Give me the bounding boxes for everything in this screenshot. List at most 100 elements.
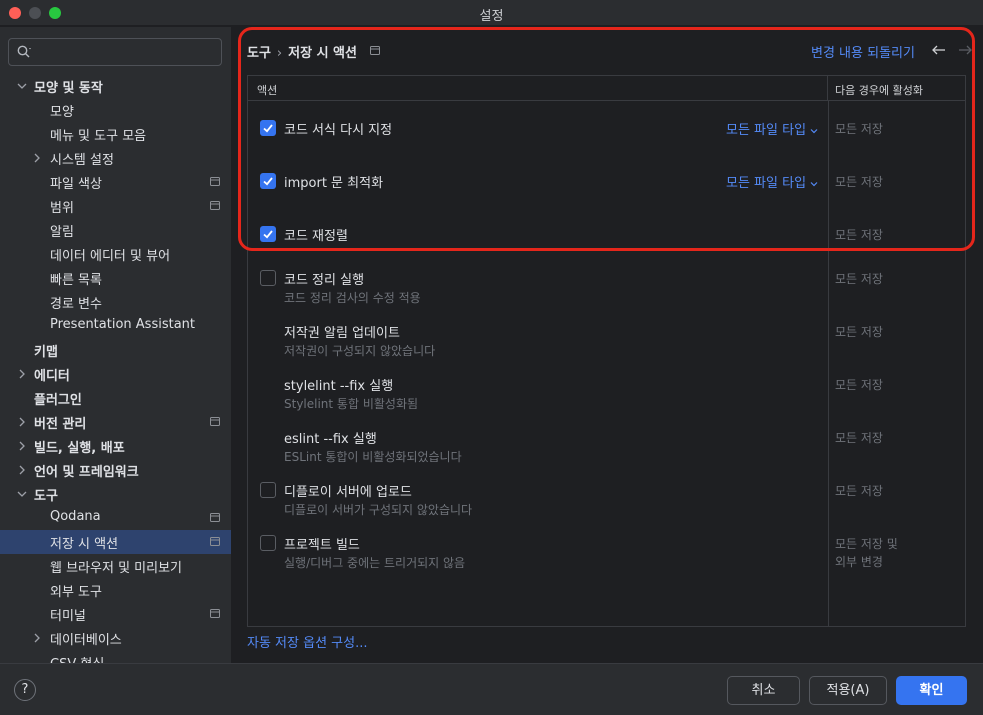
project-settings-icon	[210, 609, 220, 618]
ok-button[interactable]: 확인	[896, 676, 967, 705]
sidebar-item[interactable]: 도구	[0, 482, 231, 506]
project-settings-icon	[210, 513, 220, 522]
sidebar-item-label: 알림	[50, 225, 74, 240]
project-settings-icon	[210, 417, 220, 426]
window-title: 설정	[479, 9, 504, 24]
sidebar-item-label: 플러그인	[34, 393, 82, 408]
sidebar-item[interactable]: 데이터베이스	[0, 626, 231, 650]
sidebar-item-label: 데이터베이스	[50, 633, 122, 648]
sidebar-item-label: 모양 및 동작	[34, 81, 103, 96]
sidebar-item-label: 빠른 목록	[50, 273, 102, 288]
chevron-right-icon[interactable]	[15, 415, 29, 429]
chevron-down-icon[interactable]	[15, 487, 29, 501]
search-icon	[17, 45, 31, 58]
action-row[interactable]: eslint --fix 실행 ESLint 통합이 비활성화되었습니다 모든 저장	[248, 420, 965, 473]
settings-search[interactable]	[8, 38, 222, 66]
configure-autosave-link[interactable]: 자동 저장 옵션 구성...	[247, 632, 367, 651]
sidebar-item[interactable]: 빌드, 실행, 배포	[0, 434, 231, 458]
activation-condition: 모든 저장	[835, 484, 883, 498]
chevron-right-icon[interactable]	[30, 631, 44, 645]
sidebar-item[interactable]: 빠른 목록	[0, 266, 231, 290]
sidebar-item[interactable]: 경로 변수	[0, 290, 231, 314]
sidebar-item[interactable]: 에디터	[0, 362, 231, 386]
action-title: 저작권 알림 업데이트	[284, 326, 400, 341]
chevron-right-icon[interactable]	[15, 367, 29, 381]
sidebar-item-label: 버전 관리	[34, 417, 87, 432]
sidebar-item-label: 에디터	[34, 369, 70, 384]
action-checkbox[interactable]	[260, 535, 276, 551]
action-row[interactable]: stylelint --fix 실행 Stylelint 통합 비활성화됨 모든 저…	[248, 367, 965, 420]
sidebar-item-label: Presentation Assistant	[50, 317, 195, 332]
sidebar-item-label: 터미널	[50, 609, 86, 624]
sidebar-item-label: 웹 브라우저 및 미리보기	[50, 561, 182, 576]
chevron-down-icon[interactable]	[15, 79, 29, 93]
action-row[interactable]: 코드 정리 실행코드 정리 검사의 수정 적용 모든 저장	[248, 261, 965, 314]
sidebar-item[interactable]: Qodana	[0, 506, 231, 530]
sidebar-item-label: 모양	[50, 105, 74, 120]
action-description: 디플로이 서버가 구성되지 않았습니다	[284, 503, 473, 517]
sidebar-item-label: 경로 변수	[50, 297, 102, 312]
sidebar-item[interactable]: 키맵	[0, 338, 231, 362]
sidebar-item[interactable]: 시스템 설정	[0, 146, 231, 170]
sidebar-item[interactable]: Presentation Assistant	[0, 314, 231, 338]
activation-condition: 모든 저장 및 외부 변경	[835, 537, 898, 569]
activation-condition: 모든 저장	[835, 378, 883, 392]
action-title: 코드 정리 실행	[284, 273, 365, 288]
action-description: 실행/디버그 중에는 트리거되지 않음	[284, 556, 466, 570]
action-description: 저작권이 구성되지 않았습니다	[284, 344, 436, 358]
sidebar-item[interactable]: 범위	[0, 194, 231, 218]
help-button[interactable]: ?	[14, 679, 36, 701]
sidebar-item[interactable]: 모양 및 동작	[0, 74, 231, 98]
sidebar-item-label: 도구	[34, 489, 58, 504]
action-checkbox[interactable]	[260, 482, 276, 498]
activation-condition: 모든 저장	[835, 272, 883, 286]
action-title: 프로젝트 빌드	[284, 538, 360, 553]
highlight-annotation	[238, 27, 975, 251]
apply-button[interactable]: 적용(A)	[809, 676, 887, 705]
sidebar-item[interactable]: 언어 및 프레임워크	[0, 458, 231, 482]
project-settings-icon	[210, 177, 220, 186]
dialog-footer: ? 취소 적용(A) 확인	[0, 663, 983, 715]
sidebar-item[interactable]: CSV 형식	[0, 650, 231, 663]
sidebar-item[interactable]: 메뉴 및 도구 모음	[0, 122, 231, 146]
action-title: eslint --fix 실행	[284, 432, 377, 447]
action-row[interactable]: 디플로이 서버에 업로드디플로이 서버가 구성되지 않았습니다 모든 저장	[248, 473, 965, 526]
sidebar-item-label: 저장 시 액션	[50, 537, 119, 552]
sidebar-item-label: 데이터 에디터 및 뷰어	[50, 249, 171, 264]
sidebar-item[interactable]: 버전 관리	[0, 410, 231, 434]
sidebar-item[interactable]: 데이터 에디터 및 뷰어	[0, 242, 231, 266]
sidebar-item-label: 시스템 설정	[50, 153, 114, 168]
cancel-button[interactable]: 취소	[727, 676, 800, 705]
chevron-right-icon[interactable]	[15, 463, 29, 477]
sidebar-item[interactable]: 플러그인	[0, 386, 231, 410]
title-bar: 설정	[0, 0, 983, 26]
sidebar-item[interactable]: 터미널	[0, 602, 231, 626]
sidebar-item[interactable]: 저장 시 액션	[0, 530, 231, 554]
sidebar-item-label: 키맵	[34, 345, 58, 360]
action-description: 코드 정리 검사의 수정 적용	[284, 291, 421, 305]
sidebar-item-label: 외부 도구	[50, 585, 102, 600]
sidebar-item[interactable]: 외부 도구	[0, 578, 231, 602]
sidebar-item[interactable]: 파일 색상	[0, 170, 231, 194]
chevron-right-icon[interactable]	[15, 439, 29, 453]
project-settings-icon	[210, 537, 220, 546]
action-title: stylelint --fix 실행	[284, 379, 394, 394]
search-input[interactable]	[43, 42, 213, 62]
action-title: 디플로이 서버에 업로드	[284, 485, 412, 500]
settings-sidebar: 모양 및 동작모양메뉴 및 도구 모음시스템 설정파일 색상범위알림데이터 에디…	[0, 27, 231, 663]
action-row[interactable]: 저작권 알림 업데이트저작권이 구성되지 않았습니다 모든 저장	[248, 314, 965, 367]
activation-condition: 모든 저장	[835, 431, 883, 445]
sidebar-item-label: 파일 색상	[50, 177, 102, 192]
sidebar-item-label: 언어 및 프레임워크	[34, 465, 139, 480]
sidebar-item[interactable]: 모양	[0, 98, 231, 122]
action-description: Stylelint 통합 비활성화됨	[284, 397, 419, 411]
activation-condition: 모든 저장	[835, 325, 883, 339]
sidebar-item[interactable]: 알림	[0, 218, 231, 242]
action-checkbox[interactable]	[260, 270, 276, 286]
chevron-right-icon[interactable]	[30, 151, 44, 165]
sidebar-item[interactable]: 웹 브라우저 및 미리보기	[0, 554, 231, 578]
action-description: ESLint 통합이 비활성화되었습니다	[284, 450, 462, 464]
sidebar-item-label: 빌드, 실행, 배포	[34, 441, 125, 456]
sidebar-item-label: CSV 형식	[50, 653, 104, 663]
action-row[interactable]: 프로젝트 빌드실행/디버그 중에는 트리거되지 않음 모든 저장 및 외부 변경	[248, 526, 965, 579]
